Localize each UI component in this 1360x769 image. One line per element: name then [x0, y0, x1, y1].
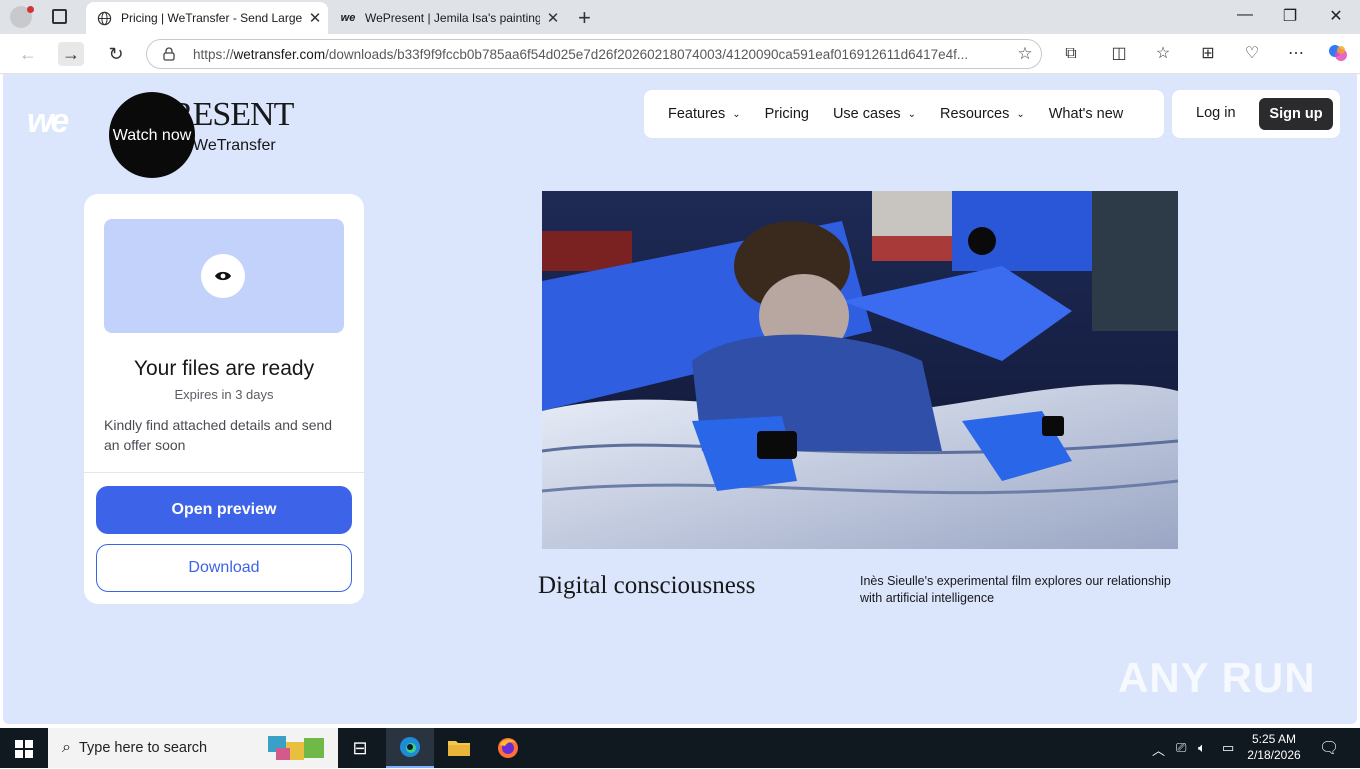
nav-label: Use cases — [832, 106, 901, 122]
page-viewport: we PRESENT WeTransfer Watch now Features… — [0, 74, 1360, 726]
expiry-text: Expires in 3 days — [174, 387, 274, 402]
taskbar-search[interactable]: ⌕ Type here to search — [48, 728, 338, 768]
back-icon[interactable]: ← — [15, 42, 41, 66]
chevron-down-icon: ⌄ — [1016, 108, 1025, 120]
tab-wepresent[interactable]: we WePresent | Jemila Isa's paintings ✕ — [330, 2, 566, 34]
wetransfer-page: we PRESENT WeTransfer Watch now Features… — [3, 74, 1357, 724]
by-wetransfer-text: WeTransfer — [193, 137, 276, 154]
tab-title: WePresent | Jemila Isa's paintings — [365, 11, 540, 25]
network-icon[interactable]: ▭ — [1222, 740, 1234, 756]
clock-date: 2/18/2026 — [1247, 748, 1301, 762]
more-menu-icon[interactable]: ⋯ — [1285, 43, 1307, 65]
browser-tab-bar: Pricing | WeTransfer - Send Large ✕ we W… — [0, 0, 1360, 34]
nav-resources[interactable]: Resources ⌄ — [940, 106, 1025, 122]
url-text[interactable]: https://wetransfer.com/downloads/b33f9f9… — [193, 47, 1009, 62]
nav-label: Features — [668, 106, 726, 122]
notifications-icon[interactable]: 🗨︎ — [1319, 738, 1339, 758]
address-toolbar: ← → ↻ https://wetransfer.com/downloads/b… — [0, 34, 1360, 74]
forward-icon[interactable]: → — [58, 42, 84, 66]
login-button[interactable]: Log in — [1196, 105, 1236, 121]
nav-pricing[interactable]: Pricing — [765, 106, 809, 122]
collections-icon[interactable]: ⊞ — [1197, 43, 1219, 65]
volume-icon[interactable]: 🔈︎ — [1198, 740, 1206, 756]
transfer-message: Kindly find attached details and send an… — [104, 417, 333, 453]
restore-icon[interactable]: ❐ — [1270, 6, 1310, 26]
browser-essentials-icon[interactable]: ♡ — [1241, 43, 1263, 65]
feature-description: Inès Sieulle's experimental film explore… — [860, 574, 1171, 605]
system-clock[interactable]: 5:25 AM 2/18/2026 — [1238, 731, 1310, 763]
tab-title: Pricing | WeTransfer - Send Large — [121, 11, 302, 25]
files-ready-title: Your files are ready — [133, 357, 315, 380]
auth-card: Log in Sign up — [1172, 90, 1340, 138]
nav-use-cases[interactable]: Use cases ⌄ — [833, 106, 916, 122]
feature-title[interactable]: Digital consciousness — [538, 572, 755, 600]
files-ready-card: Your files are ready Expires in 3 days K… — [84, 194, 364, 604]
preview-thumbnail[interactable] — [104, 219, 344, 333]
close-window-icon[interactable]: ✕ — [1316, 6, 1356, 26]
we-logo-icon: we — [340, 12, 356, 24]
favorite-star-icon[interactable]: ☆ — [1009, 44, 1041, 64]
split-screen-icon[interactable]: ◫ — [1108, 43, 1130, 65]
url-bar[interactable]: https://wetransfer.com/downloads/b33f9f9… — [146, 39, 1042, 69]
divider — [84, 472, 364, 473]
copilot-icon[interactable] — [1327, 43, 1349, 65]
network-device-icon[interactable]: ⎚ — [1176, 740, 1186, 756]
task-view-icon[interactable]: ⊟ — [336, 728, 384, 768]
nav-label: Pricing — [764, 106, 809, 122]
file-explorer-icon[interactable] — [435, 728, 483, 768]
tab-actions-icon[interactable] — [52, 9, 67, 24]
firefox-icon[interactable] — [484, 728, 532, 768]
nav-label: What's new — [1048, 106, 1124, 122]
search-icon: ⌕ — [62, 739, 71, 756]
chevron-down-icon: ⌄ — [907, 108, 917, 120]
signup-button[interactable]: Sign up — [1259, 98, 1333, 130]
download-button[interactable]: Download — [96, 544, 352, 592]
chevron-down-icon: ⌄ — [732, 108, 741, 120]
open-preview-button[interactable]: Open preview — [96, 486, 352, 534]
nav-whats-new[interactable]: What's new — [1049, 106, 1124, 122]
eye-icon[interactable] — [201, 254, 245, 298]
nav-label: Resources — [940, 106, 1010, 122]
close-tab-icon[interactable]: ✕ — [540, 9, 566, 27]
main-nav: Features ⌄ Pricing Use cases ⌄ Resources ⌄ … — [644, 90, 1164, 138]
new-tab-icon[interactable]: + — [578, 5, 591, 31]
favorites-icon[interactable]: ☆ — [1152, 43, 1174, 65]
extensions-icon[interactable]: ⧉ — [1060, 43, 1082, 65]
search-placeholder: Type here to search — [78, 740, 208, 756]
tab-wetransfer-pricing[interactable]: Pricing | WeTransfer - Send Large ✕ — [86, 2, 328, 34]
minimize-icon[interactable]: — — [1225, 6, 1265, 24]
wetransfer-logo[interactable]: we — [27, 102, 69, 141]
clock-time: 5:25 AM — [1251, 732, 1297, 746]
edge-taskbar-icon[interactable] — [386, 728, 434, 768]
show-hidden-icons-icon[interactable]: ︿ — [1152, 740, 1165, 759]
lock-icon[interactable] — [163, 47, 177, 61]
url-path: /downloads/b33f9f9fccb0b785aa6f54d025e7d… — [325, 46, 969, 62]
refresh-icon[interactable]: ↻ — [103, 42, 129, 66]
windows-start-icon[interactable] — [15, 740, 33, 763]
anyrun-watermark: ANY RUN — [1118, 654, 1316, 701]
notification-dot — [27, 6, 34, 13]
feature-artwork-image[interactable] — [542, 191, 1178, 549]
nav-features[interactable]: Features ⌄ — [668, 106, 741, 122]
url-prefix: https:// — [193, 46, 234, 62]
close-tab-icon[interactable]: ✕ — [302, 9, 328, 27]
watch-now-button[interactable]: Watch now — [109, 92, 195, 178]
windows-taskbar: ⌕ Type here to search ⊟ ︿ ⎚ 🔈︎ ▭ 5:25 AM… — [0, 728, 1360, 768]
url-domain: wetransfer.com — [233, 46, 326, 62]
globe-icon — [96, 10, 112, 26]
search-highlight-icon — [266, 732, 328, 764]
